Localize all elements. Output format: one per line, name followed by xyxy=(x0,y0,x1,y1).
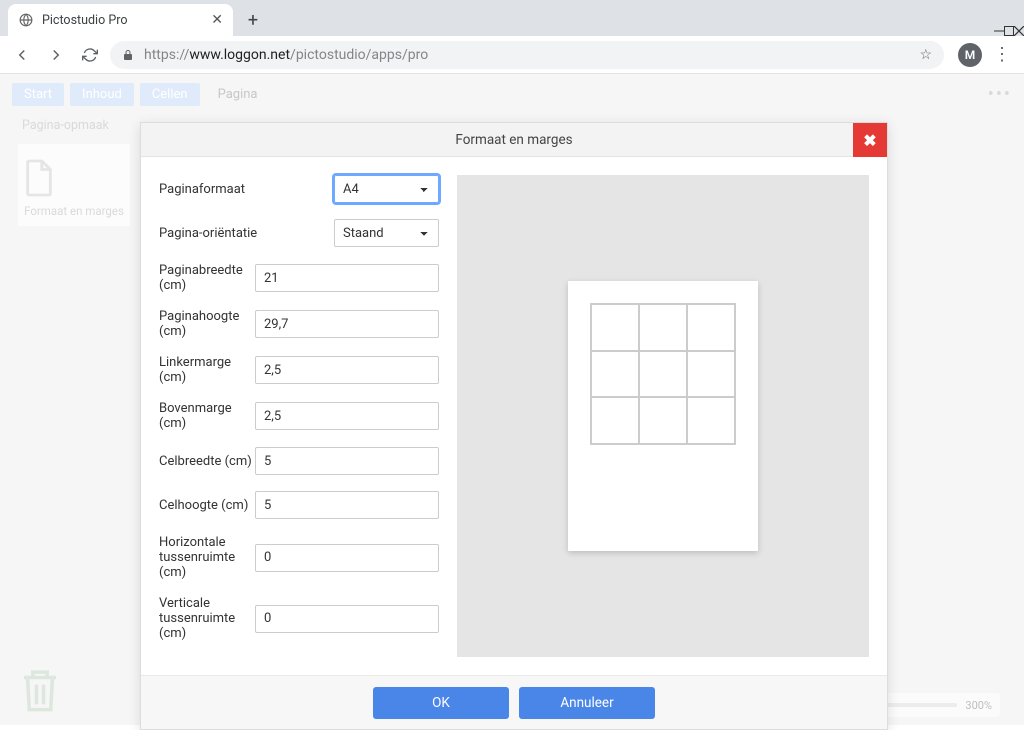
globe-icon xyxy=(18,12,34,28)
window-maximize-button[interactable] xyxy=(1004,26,1014,36)
form-column: Paginaformaat A4 Pagina-oriëntatie Staan… xyxy=(159,175,439,657)
label-paginaformaat: Paginaformaat xyxy=(159,182,334,197)
select-paginaformaat[interactable]: A4 xyxy=(334,175,439,203)
kebab-menu-icon[interactable]: ⋮ xyxy=(988,41,1016,69)
label-paginahoogte: Paginahoogte (cm) xyxy=(159,309,255,339)
input-vtussen[interactable] xyxy=(255,605,439,633)
forward-button[interactable] xyxy=(42,41,70,69)
page-grid xyxy=(590,303,736,445)
dialog-footer: OK Annuleer xyxy=(141,675,887,729)
close-icon[interactable]: ✕ xyxy=(211,12,223,28)
new-tab-button[interactable]: + xyxy=(239,6,267,34)
browser-tab[interactable]: Pictostudio Pro ✕ xyxy=(8,4,233,36)
input-linkermarge[interactable] xyxy=(255,356,439,384)
label-bovenmarge: Bovenmarge (cm) xyxy=(159,401,255,431)
input-bovenmarge[interactable] xyxy=(255,402,439,430)
dialog-title: Formaat en marges xyxy=(455,132,572,148)
bookmark-icon[interactable]: ☆ xyxy=(919,47,932,63)
ok-button[interactable]: OK xyxy=(373,687,509,719)
input-htussen[interactable] xyxy=(255,544,439,572)
browser-tabstrip: Pictostudio Pro ✕ + xyxy=(0,0,1024,36)
dialog-header: Formaat en marges ✖ xyxy=(141,123,887,157)
url-text: https://www.loggon.net/pictostudio/apps/… xyxy=(144,47,428,63)
tab-title: Pictostudio Pro xyxy=(42,13,127,28)
reload-button[interactable] xyxy=(76,41,104,69)
dialog-close-button[interactable]: ✖ xyxy=(853,123,887,157)
browser-addressbar: https://www.loggon.net/pictostudio/apps/… xyxy=(0,36,1024,74)
back-button[interactable] xyxy=(8,41,36,69)
input-celbreedte[interactable] xyxy=(255,447,439,475)
label-celhoogte: Celhoogte (cm) xyxy=(159,498,255,513)
input-celhoogte[interactable] xyxy=(255,491,439,519)
label-celbreedte: Celbreedte (cm) xyxy=(159,454,255,469)
input-paginahoogte[interactable] xyxy=(255,310,439,338)
profile-avatar[interactable]: M xyxy=(958,43,982,67)
window-minimize-button[interactable] xyxy=(994,26,1004,36)
label-orientatie: Pagina-oriëntatie xyxy=(159,226,334,241)
label-htussen: Horizontale tussenruimte (cm) xyxy=(159,535,255,580)
window-close-button[interactable] xyxy=(1014,26,1024,36)
label-linkermarge: Linkermarge (cm) xyxy=(159,355,255,385)
label-paginabreedte: Paginabreedte (cm) xyxy=(159,263,255,293)
omnibox[interactable]: https://www.loggon.net/pictostudio/apps/… xyxy=(110,41,944,69)
label-vtussen: Verticale tussenruimte (cm) xyxy=(159,596,255,641)
select-orientatie[interactable]: Staand xyxy=(334,219,439,247)
cancel-button[interactable]: Annuleer xyxy=(519,687,655,719)
input-paginabreedte[interactable] xyxy=(255,264,439,292)
page-preview-pane xyxy=(457,175,869,657)
page-preview xyxy=(568,281,758,551)
dialog-formaat-marges: Formaat en marges ✖ Paginaformaat A4 Pag… xyxy=(140,122,888,730)
lock-icon xyxy=(122,49,134,61)
